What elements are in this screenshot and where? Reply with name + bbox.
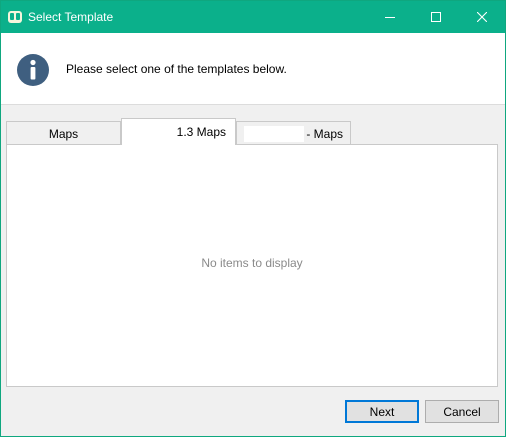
maximize-button[interactable] xyxy=(413,1,459,33)
tab-maps[interactable]: Maps xyxy=(6,121,121,145)
tab-1-3-maps[interactable]: 1.3 Maps xyxy=(121,118,236,145)
tab-label: Maps xyxy=(48,126,79,141)
title-bar[interactable]: Select Template xyxy=(1,1,505,33)
next-button[interactable]: Next xyxy=(345,400,419,423)
select-template-dialog: Select Template Please select one of the… xyxy=(0,0,506,437)
close-button[interactable] xyxy=(459,1,505,33)
redacted-label-block xyxy=(244,125,305,142)
close-icon xyxy=(477,12,487,22)
minimize-button[interactable] xyxy=(367,1,413,33)
empty-state-message: No items to display xyxy=(201,256,303,270)
template-list-panel[interactable]: No items to display xyxy=(6,144,498,387)
app-logo-icon xyxy=(8,11,22,23)
tab-redacted-maps[interactable]: - Maps xyxy=(236,121,351,145)
cancel-button[interactable]: Cancel xyxy=(425,400,499,423)
maximize-icon xyxy=(431,12,441,22)
instruction-text: Please select one of the templates below… xyxy=(66,62,287,76)
minimize-icon xyxy=(385,17,395,18)
window-title: Select Template xyxy=(28,10,114,24)
tab-label: - Maps xyxy=(306,126,343,141)
header-panel: Please select one of the templates below… xyxy=(1,33,505,105)
info-icon xyxy=(17,54,49,86)
tab-label: 1.3 Maps xyxy=(176,125,226,139)
